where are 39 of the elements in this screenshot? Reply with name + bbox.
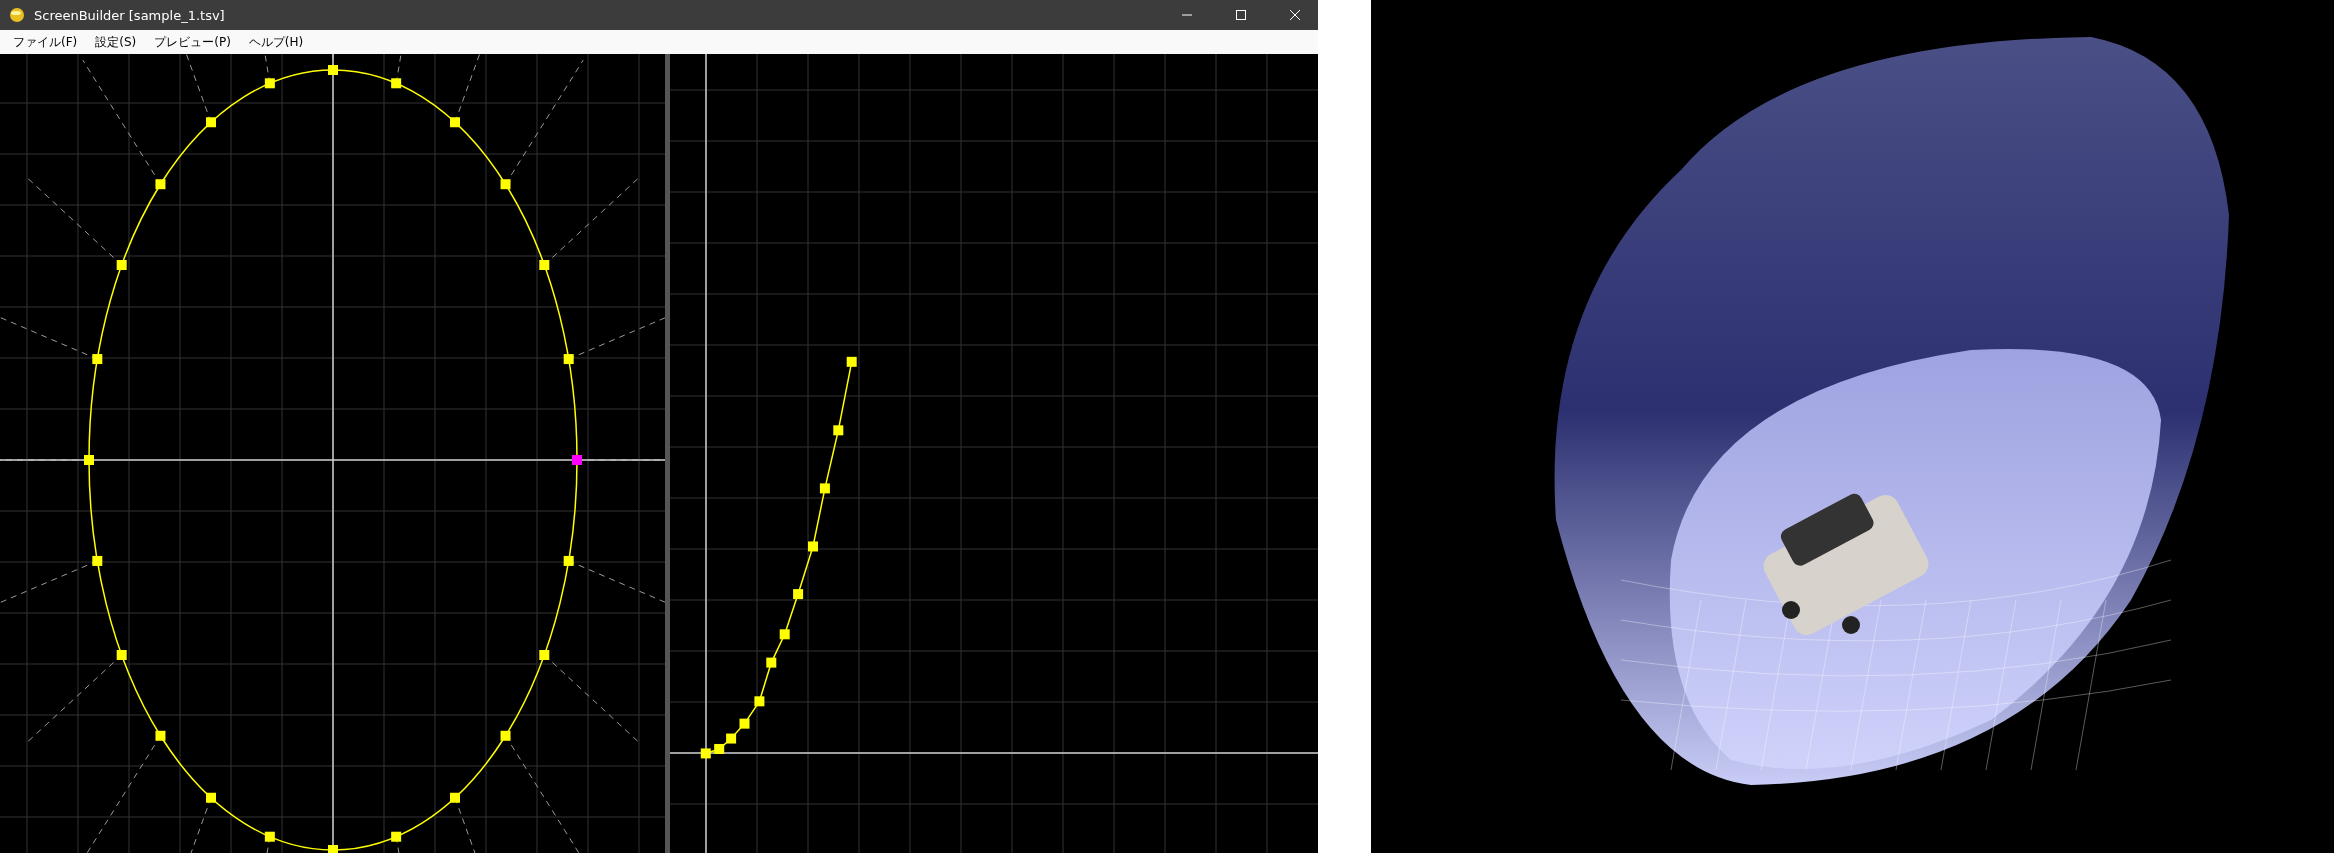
menu-item[interactable]: ヘルプ(H): [241, 31, 311, 53]
control-point[interactable]: [846, 356, 857, 367]
control-point[interactable]: [793, 589, 804, 600]
control-point[interactable]: [833, 425, 844, 436]
control-point[interactable]: [700, 748, 711, 759]
control-point[interactable]: [92, 555, 103, 566]
control-point[interactable]: [500, 730, 511, 741]
control-point[interactable]: [264, 831, 275, 842]
control-point[interactable]: [450, 792, 460, 803]
control-point[interactable]: [563, 354, 574, 365]
control-point[interactable]: [450, 117, 460, 128]
close-icon: [1290, 10, 1300, 20]
control-point[interactable]: [539, 650, 550, 660]
control-point[interactable]: [155, 179, 166, 190]
menu-item[interactable]: ファイル(F): [6, 31, 85, 53]
control-point[interactable]: [539, 260, 550, 270]
control-point[interactable]: [391, 831, 402, 842]
control-point[interactable]: [206, 792, 216, 803]
control-point[interactable]: [726, 733, 737, 744]
control-point[interactable]: [739, 718, 750, 729]
menu-item[interactable]: プレビュー(P): [147, 31, 238, 53]
control-point[interactable]: [563, 555, 574, 566]
control-point[interactable]: [766, 657, 777, 668]
control-point[interactable]: [391, 78, 402, 89]
control-point[interactable]: [264, 78, 275, 89]
control-point[interactable]: [155, 730, 166, 741]
window-title: ScreenBuilder [sample_1.tsv]: [34, 7, 226, 23]
control-point[interactable]: [819, 483, 830, 494]
app-logo-icon: [8, 6, 26, 24]
control-point[interactable]: [116, 260, 127, 270]
maximize-icon: [1236, 10, 1246, 20]
control-point[interactable]: [500, 179, 511, 190]
menu-item[interactable]: 設定(S): [88, 31, 144, 53]
control-point[interactable]: [206, 117, 216, 128]
control-point[interactable]: [92, 354, 103, 365]
control-point[interactable]: [116, 650, 127, 660]
control-point[interactable]: [779, 629, 790, 640]
control-point[interactable]: [754, 696, 765, 707]
control-point[interactable]: [714, 743, 725, 754]
